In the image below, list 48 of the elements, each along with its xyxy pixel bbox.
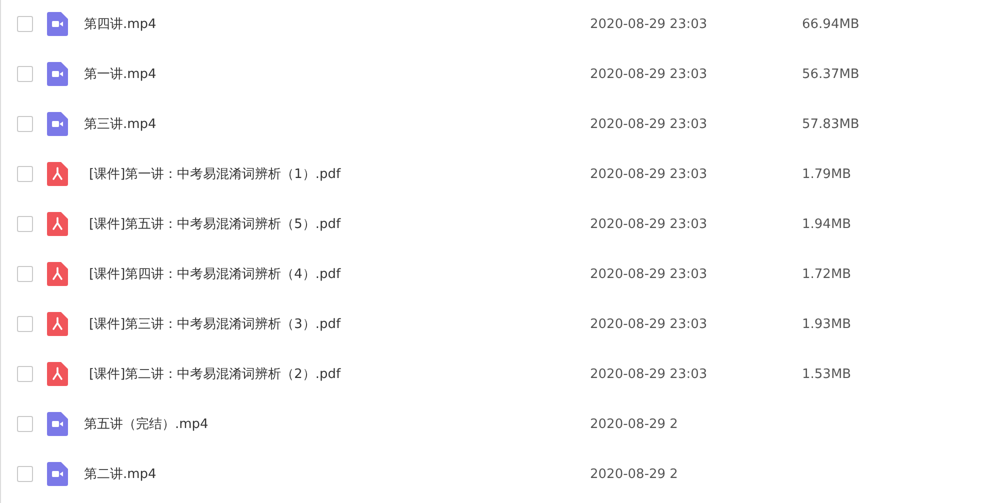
checkbox[interactable] (17, 466, 33, 482)
checkbox[interactable] (17, 216, 33, 232)
video-file-icon (47, 12, 68, 36)
file-size: 56.37MB (802, 66, 860, 82)
pdf-file-icon (47, 212, 68, 236)
file-name[interactable]: [课件]第二讲：中考易混淆词辨析（2）.pdf (89, 365, 590, 383)
modified-date: 2020-08-29 23:03 (590, 216, 708, 232)
video-file-icon (47, 62, 68, 86)
file-name[interactable]: [课件]第五讲：中考易混淆词辨析（5）.pdf (89, 215, 590, 233)
file-size: 57.83MB (802, 116, 860, 132)
modified-date: 2020-08-29 23:03 (590, 66, 708, 82)
file-name[interactable]: 第四讲.mp4 (84, 15, 590, 33)
video-file-icon (47, 412, 68, 436)
checkbox[interactable] (17, 366, 33, 382)
file-name[interactable]: 第五讲（完结）.mp4 (84, 415, 590, 433)
checkbox[interactable] (17, 16, 33, 32)
file-size: 1.94MB (802, 216, 852, 232)
file-size: 66.94MB (802, 16, 860, 32)
modified-date: 2020-08-29 23:03 (590, 116, 708, 132)
file-size: 1.93MB (802, 316, 852, 332)
checkbox[interactable] (17, 116, 33, 132)
checkbox[interactable] (17, 316, 33, 332)
file-size: 1.72MB (802, 266, 852, 282)
file-name[interactable]: [课件]第四讲：中考易混淆词辨析（4）.pdf (89, 265, 590, 283)
file-name[interactable]: 第一讲.mp4 (84, 65, 590, 83)
pdf-file-icon (47, 312, 68, 336)
modified-date: 2020-08-29 23:03 (590, 16, 708, 32)
modified-date: 2020-08-29 23:03 (590, 316, 708, 332)
modified-date: 2020-08-29 23:03 (590, 166, 708, 182)
video-file-icon (47, 112, 68, 136)
file-name[interactable]: [课件]第三讲：中考易混淆词辨析（3）.pdf (89, 315, 590, 333)
checkbox[interactable] (17, 266, 33, 282)
pdf-file-icon (47, 362, 68, 386)
modified-date: 2020-08-29 23:03 (590, 266, 708, 282)
file-size: 1.79MB (802, 166, 852, 182)
pdf-file-icon (47, 162, 68, 186)
modified-date: 2020-08-29 23:03 (590, 366, 708, 382)
file-name[interactable]: 第二讲.mp4 (84, 465, 590, 483)
checkbox[interactable] (17, 166, 33, 182)
file-name[interactable]: [课件]第一讲：中考易混淆词辨析（1）.pdf (89, 165, 590, 183)
checkbox[interactable] (17, 66, 33, 82)
modified-date: 2020-08-29 2 (590, 466, 679, 482)
file-name[interactable]: 第三讲.mp4 (84, 115, 590, 133)
video-file-icon (47, 462, 68, 486)
file-size: 1.53MB (802, 366, 852, 382)
checkbox[interactable] (17, 416, 33, 432)
modified-date: 2020-08-29 2 (590, 416, 679, 432)
pdf-file-icon (47, 262, 68, 286)
